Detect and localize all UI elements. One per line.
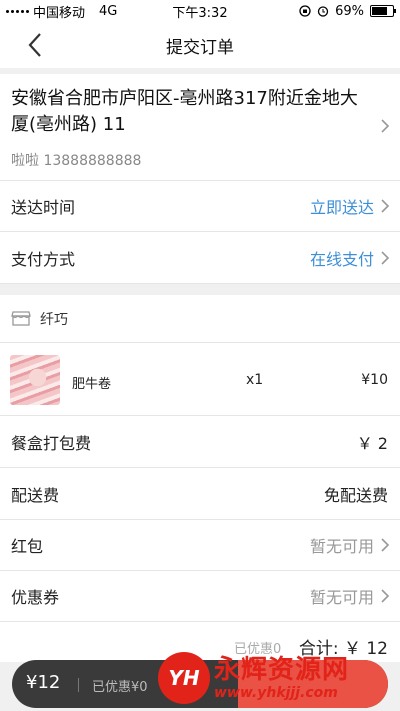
red-packet-value: 暂无可用 [309, 537, 374, 556]
shop-row: 纤巧 [0, 295, 400, 343]
watermark-title: 永辉资源网 [214, 655, 350, 685]
watermark-logo: YH [158, 652, 210, 704]
shop-icon [11, 311, 31, 326]
status-bar: 中国移动 4G 下午3:32 69% [0, 0, 400, 22]
coupon-row[interactable]: 优惠券 暂无可用 [0, 571, 400, 622]
page-title: 提交订单 [166, 37, 234, 58]
checkout-discount: 已优惠¥0 [92, 680, 148, 695]
delivery-time-row[interactable]: 送达时间 立即送达 [0, 180, 400, 232]
battery-level [372, 7, 388, 15]
contact-info: 啦啦 13888888888 [11, 153, 142, 169]
network-label: 4G [99, 3, 118, 19]
payment-method-value: 在线支付 [309, 249, 374, 269]
payment-method-row[interactable]: 支付方式 在线支付 [0, 232, 400, 284]
delivery-time-value: 立即送达 [309, 198, 374, 217]
coupon-value: 暂无可用 [309, 588, 374, 607]
checkout-price: ¥12 [26, 672, 61, 693]
delivery-time-label: 送达时间 [11, 198, 76, 217]
item-quantity: x1 [246, 372, 264, 388]
divider [78, 678, 79, 692]
red-packet-label: 红包 [11, 537, 44, 556]
chevron-right-icon [381, 538, 390, 552]
battery-percent: 69% [335, 3, 364, 19]
packaging-fee-value: ￥ 2 [356, 433, 388, 453]
nav-bar: 提交订单 [0, 22, 400, 68]
item-name: 肥牛卷 [72, 377, 112, 392]
chevron-right-icon [381, 119, 390, 133]
shipping-fee-value: 免配送费 [323, 485, 388, 505]
chevron-right-icon [381, 250, 390, 265]
chevron-right-icon [381, 199, 390, 213]
packaging-fee-label: 餐盒打包费 [11, 433, 92, 453]
shipping-fee-label: 配送费 [11, 485, 60, 505]
packaging-fee-row: 餐盒打包费 ￥ 2 [0, 416, 400, 468]
address-text: 安徽省合肥市庐阳区-亳州路317附近金地大厦(亳州路) 11 [11, 88, 358, 135]
payment-method-label: 支付方式 [11, 249, 76, 269]
list-item: 肥牛卷 x1 ¥10 [0, 343, 400, 416]
food-image [10, 355, 60, 405]
address-section[interactable]: 安徽省合肥市庐阳区-亳州路317附近金地大厦(亳州路) 11 啦啦 138888… [0, 74, 400, 180]
shop-name: 纤巧 [40, 312, 68, 328]
alarm-icon [317, 6, 329, 17]
chevron-right-icon [381, 589, 390, 603]
orientation-lock-icon [299, 5, 311, 17]
item-price: ¥10 [361, 372, 388, 388]
red-packet-row[interactable]: 红包 暂无可用 [0, 520, 400, 571]
shipping-fee-row: 配送费 免配送费 [0, 468, 400, 520]
back-icon[interactable] [22, 28, 52, 62]
signal-icon [6, 9, 29, 13]
watermark: YH 永辉资源网 www.yhkjjj.com [158, 648, 390, 708]
carrier-label: 中国移动 [33, 5, 86, 21]
coupon-label: 优惠券 [11, 588, 60, 607]
watermark-url: www.yhkjjj.com [214, 685, 338, 701]
battery-icon [370, 5, 396, 17]
